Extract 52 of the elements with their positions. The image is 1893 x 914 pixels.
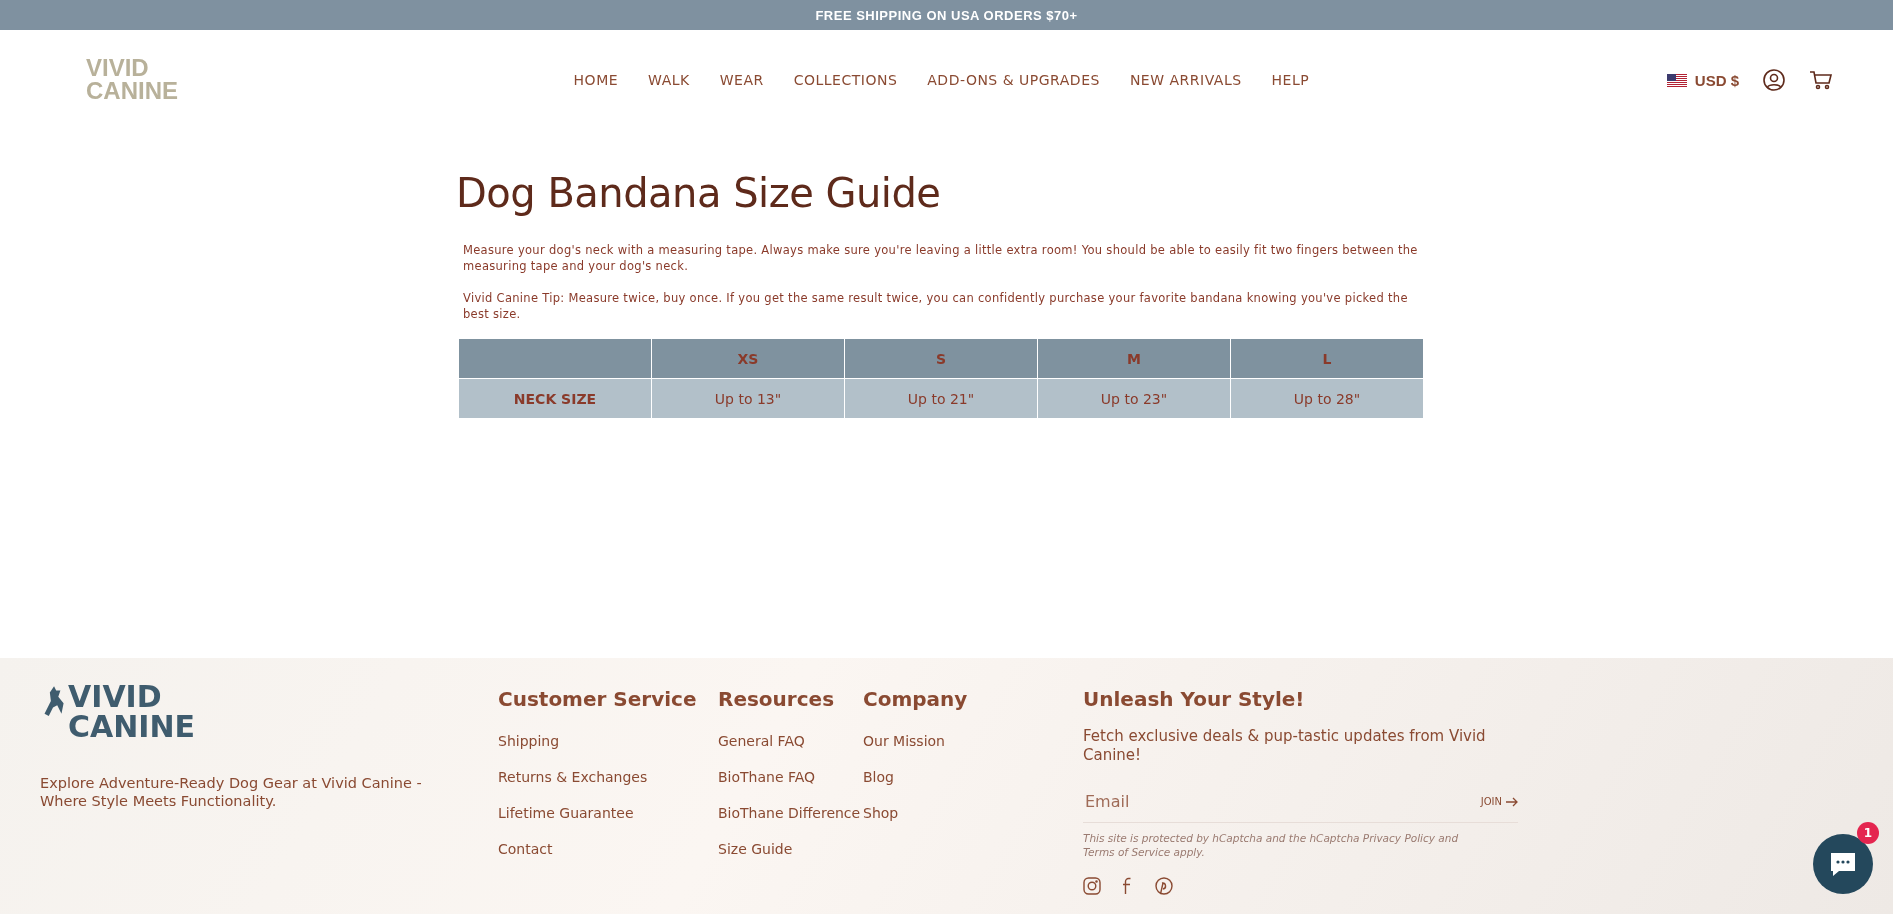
footer-link[interactable]: General FAQ	[718, 733, 863, 749]
newsletter-text: Fetch exclusive deals & pup-tastic updates from Vivid Canine!	[1083, 727, 1487, 765]
nav-link[interactable]: HOME	[573, 72, 619, 88]
column-heading: Resources	[718, 687, 836, 711]
nav-link[interactable]: WALK	[648, 72, 690, 88]
tagline: Explore Adventure-Ready Dog Gear at Vivid Canine - Where Style Meets Functionality.	[40, 774, 423, 810]
table-cell: NECK SIZE	[458, 378, 652, 419]
footer-link[interactable]: BioThane Difference	[718, 805, 863, 821]
table-cell: Up to 13"	[651, 378, 845, 419]
cart-icon[interactable]	[1809, 70, 1833, 90]
captcha-notice: This site is protected by hCaptcha and the hCaptcha Privacy Policy and Terms of Service apply.	[1083, 831, 1460, 859]
footer-link[interactable]: Lifetime Guarantee	[498, 805, 718, 821]
footer-link[interactable]: Our Mission	[863, 733, 1083, 749]
column-heading: Company	[863, 687, 969, 711]
footer-link[interactable]: Contact	[498, 841, 718, 857]
footer-link[interactable]: Shipping	[498, 733, 718, 749]
footer-link[interactable]: Shop	[863, 805, 1083, 821]
notification-badge: 1	[1857, 822, 1879, 844]
table-cell: Up to 21"	[844, 378, 1038, 419]
flag-icon	[1666, 73, 1687, 87]
currency-selector[interactable]: USD $	[1666, 71, 1739, 89]
chat-icon	[1828, 850, 1858, 878]
paragraph: Measure your dog's neck with a measuring tape. Always make sure you're leaving a little extra room! You should be able to easily fit two fingers between the measuring tape and your dog's neck.	[463, 242, 1419, 274]
footer-link[interactable]: Blog	[863, 769, 1083, 785]
table-header-cell: S	[844, 338, 1038, 379]
instagram-icon[interactable]	[1083, 877, 1101, 895]
paragraph: Vivid Canine Tip: Measure twice, buy once. If you get the same result twice, you can confidently purchase your favorite bandana knowing you've picked the best size.	[463, 290, 1409, 322]
page-title: Dog Bandana Size Guide	[456, 170, 942, 216]
account-icon[interactable]	[1763, 69, 1785, 91]
table-header-cell: XS	[651, 338, 845, 379]
email-field[interactable]: Email	[1083, 791, 1387, 812]
pinterest-icon[interactable]	[1155, 877, 1173, 895]
nav-link[interactable]: COLLECTIONS	[793, 72, 898, 88]
table-cell: Up to 28"	[1230, 378, 1424, 419]
arrow-icon	[1506, 796, 1518, 807]
nav-link[interactable]: NEW ARRIVALS	[1129, 72, 1242, 88]
announcement-bar: FREE SHIPPING ON USA ORDERS $70+	[0, 0, 1893, 30]
privacy-link[interactable]: Privacy Policy	[1362, 832, 1435, 844]
nav-link[interactable]: ADD-ONS & UPGRADES	[927, 72, 1100, 88]
table-cell: Up to 23"	[1037, 378, 1231, 419]
footer-link[interactable]: Size Guide	[718, 841, 863, 857]
logo[interactable]: VIVID CANINE	[40, 682, 498, 742]
nav-link[interactable]: HELP	[1271, 72, 1310, 88]
table-header-cell: L	[1230, 338, 1424, 379]
footer-link[interactable]: Returns & Exchanges	[498, 769, 718, 785]
nav-link[interactable]: WEAR	[719, 72, 764, 88]
terms-link[interactable]: Terms of Service	[1083, 846, 1171, 858]
newsletter-heading: Unleash Your Style!	[1083, 687, 1306, 711]
join-button[interactable]: JOIN	[1480, 796, 1518, 807]
footer-link[interactable]: BioThane FAQ	[718, 769, 863, 785]
table-header-cell: M	[1037, 338, 1231, 379]
column-heading: Customer Service	[498, 687, 698, 711]
